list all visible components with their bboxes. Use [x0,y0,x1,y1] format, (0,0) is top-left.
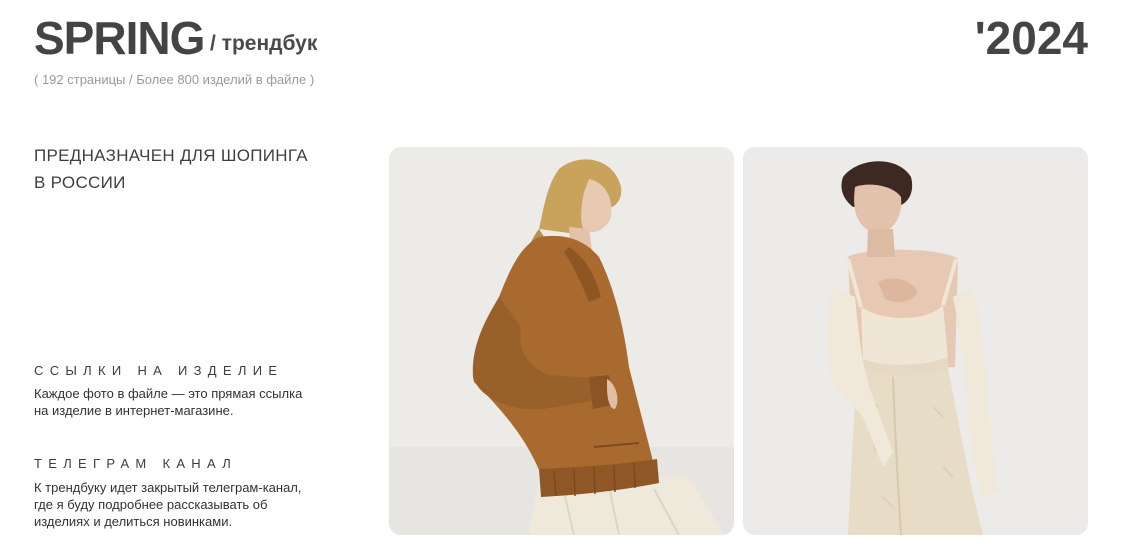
photo-suede-jacket-icon [389,147,734,535]
page-subtitle: / трендбук [210,32,318,55]
section-body-line: изделиях и делиться новинками. [34,514,233,529]
purpose-line-1: ПРЕДНАЗНАЧЕН ДЛЯ ШОПИНГА [34,146,308,165]
photo-off-shoulder-top-icon [743,147,1088,535]
file-meta: ( 192 страницы / Более 800 изделий в фай… [34,72,315,87]
purpose-text: ПРЕДНАЗНАЧЕН ДЛЯ ШОПИНГА В РОССИИ [34,142,354,196]
section-heading-links: ССЫЛКИ НА ИЗДЕЛИЕ [34,363,284,378]
section-heading-telegram: ТЕЛЕГРАМ КАНАЛ [34,456,238,471]
section-body-line: на изделие в интернет-магазине. [34,403,234,418]
section-body-line: где я буду подробнее рассказывать об [34,497,268,512]
product-photo-jacket[interactable] [389,147,734,535]
section-body-telegram: К трендбуку идет закрытый телеграм-канал… [34,479,334,530]
season-year: '2024 [974,12,1088,64]
section-body-line: Каждое фото в файле — это прямая ссылка [34,386,303,401]
section-body-line: К трендбуку идет закрытый телеграм-канал… [34,480,302,495]
page-title: SPRING [34,12,205,64]
section-body-links: Каждое фото в файле — это прямая ссылка … [34,385,334,419]
product-photo-top[interactable] [743,147,1088,535]
purpose-line-2: В РОССИИ [34,173,126,192]
